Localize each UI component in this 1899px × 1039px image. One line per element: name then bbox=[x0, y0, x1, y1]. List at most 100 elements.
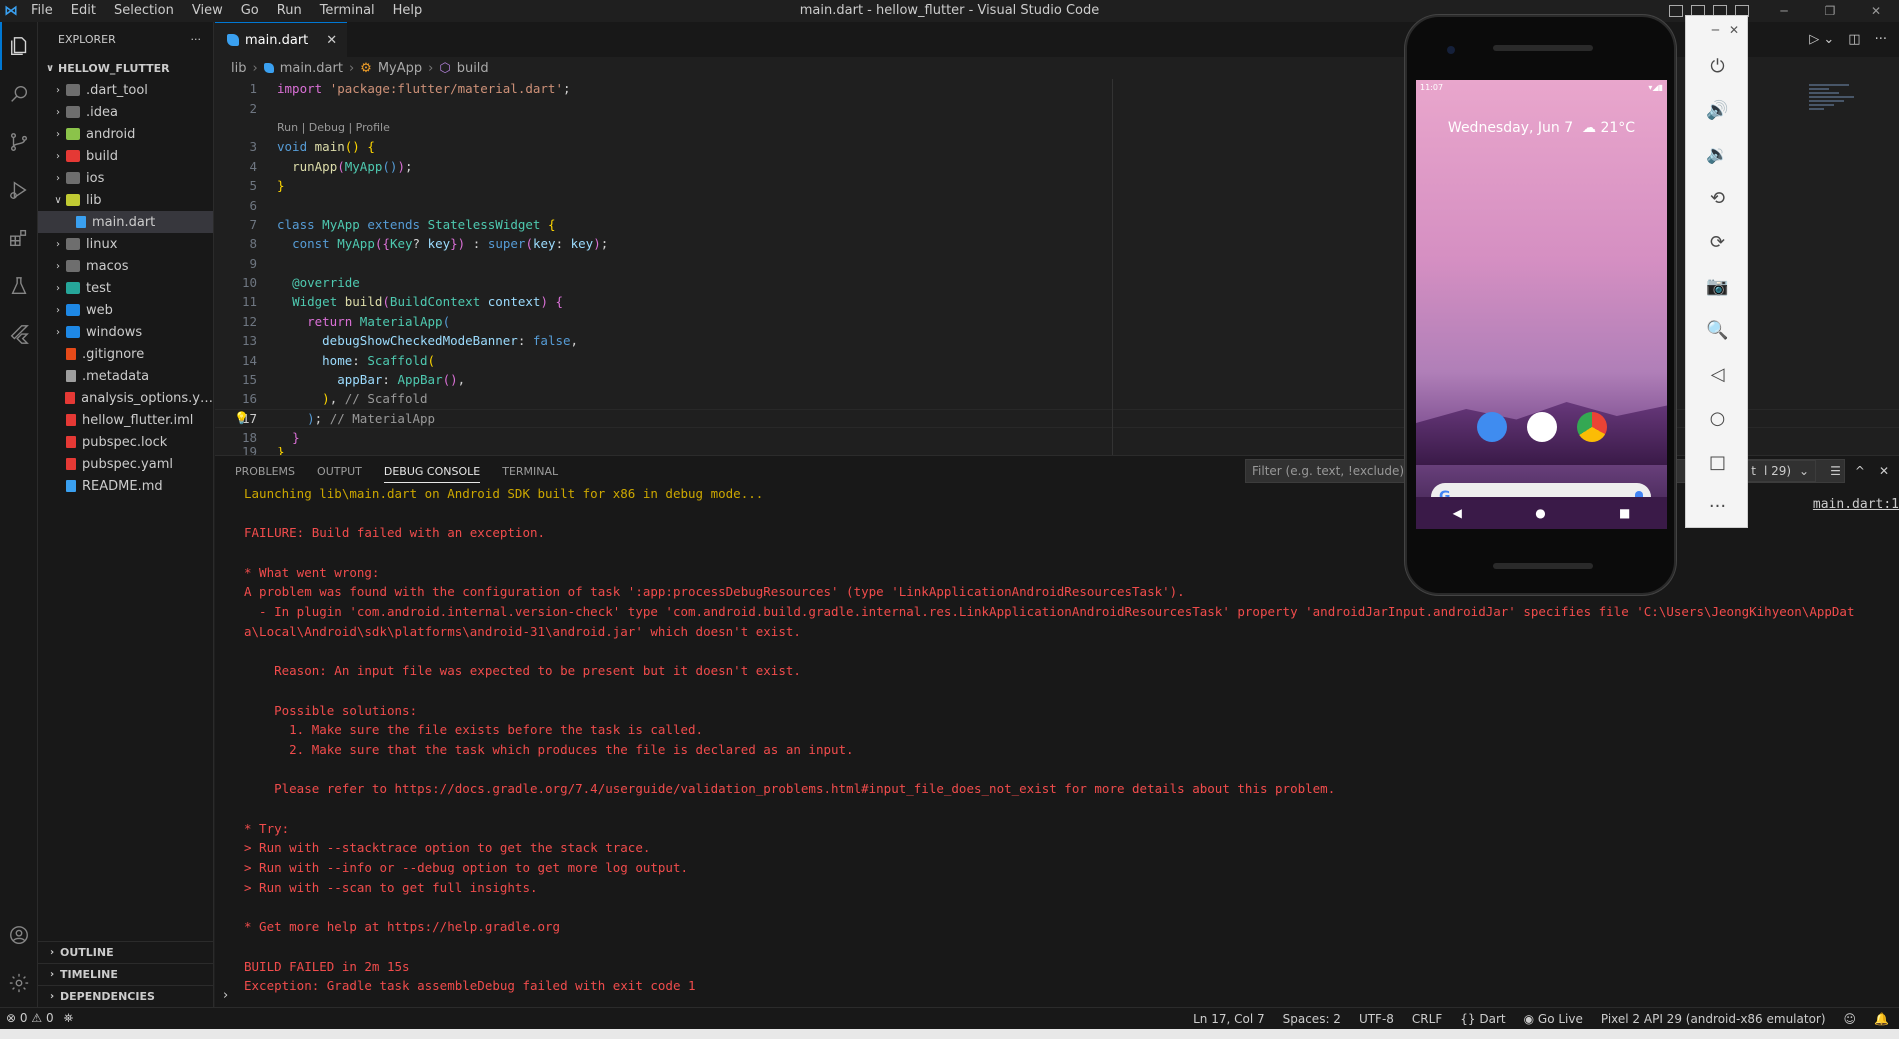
section-dependencies[interactable]: › DEPENDENCIES bbox=[38, 985, 213, 1007]
tree-item[interactable]: › macos bbox=[38, 255, 213, 277]
end-of-line[interactable]: CRLF bbox=[1412, 1012, 1442, 1026]
home-nav-icon[interactable]: ● bbox=[1535, 506, 1545, 520]
section-timeline[interactable]: › TIMELINE bbox=[38, 963, 213, 985]
source-reference-link[interactable]: main.dart:1 bbox=[1813, 497, 1899, 512]
restore-icon[interactable]: ❐ bbox=[1807, 0, 1853, 22]
tab-output[interactable]: OUTPUT bbox=[317, 465, 362, 478]
tree-item[interactable]: › linux bbox=[38, 233, 213, 255]
menu-edit[interactable]: Edit bbox=[62, 0, 105, 22]
manage-gear-icon[interactable] bbox=[0, 959, 38, 1007]
volume-down-icon[interactable]: 🔉 bbox=[1686, 132, 1749, 176]
minimize-icon[interactable]: ─ bbox=[1761, 0, 1807, 22]
menu-run[interactable]: Run bbox=[268, 0, 311, 22]
tree-item[interactable]: › ios bbox=[38, 167, 213, 189]
emulator-close-icon[interactable]: ✕ bbox=[1729, 23, 1739, 37]
workspace-root[interactable]: ∨ HELLOW_FLUTTER bbox=[38, 57, 213, 79]
power-icon[interactable]: ⏻ bbox=[1686, 44, 1749, 88]
go-live-button[interactable]: ◉ Go Live bbox=[1524, 1012, 1583, 1026]
back-nav-icon[interactable]: ◀ bbox=[1453, 506, 1462, 520]
breadcrumb-method[interactable]: build bbox=[457, 61, 489, 76]
tree-item[interactable]: .metadata bbox=[38, 365, 213, 387]
split-editor-icon[interactable]: ◫ bbox=[1848, 32, 1860, 47]
run-play-icon[interactable]: ▷ ⌄ bbox=[1809, 32, 1834, 47]
emulator-screen[interactable]: 11:07 ▾◢▮ Wednesday, Jun 7 ☁ 21°C G ◀ ● … bbox=[1416, 80, 1667, 529]
menu-view[interactable]: View bbox=[183, 0, 232, 22]
tree-item[interactable]: README.md bbox=[38, 475, 213, 497]
tree-item[interactable]: › windows bbox=[38, 321, 213, 343]
breadcrumb-class[interactable]: MyApp bbox=[378, 61, 422, 76]
menu-file[interactable]: File bbox=[22, 0, 62, 22]
tree-item[interactable]: pubspec.yaml bbox=[38, 453, 213, 475]
back-icon[interactable]: ◁ bbox=[1686, 352, 1749, 396]
explorer-icon[interactable] bbox=[0, 22, 38, 70]
screenshot-camera-icon[interactable]: 📷 bbox=[1686, 264, 1749, 308]
debug-session-select[interactable]: t l 29) ⌄ bbox=[1744, 460, 1817, 482]
tab-debug-console[interactable]: DEBUG CONSOLE bbox=[383, 460, 481, 483]
rotate-left-icon[interactable]: ⟲ bbox=[1686, 176, 1749, 220]
problems-status[interactable]: ⊗ 0 ⚠ 0 bbox=[6, 1011, 54, 1026]
minimap[interactable] bbox=[1809, 84, 1879, 154]
tree-item[interactable]: .gitignore bbox=[38, 343, 213, 365]
play-store-app-icon[interactable] bbox=[1526, 412, 1557, 442]
tab-problems[interactable]: PROBLEMS bbox=[235, 465, 295, 478]
testing-icon[interactable] bbox=[0, 262, 38, 310]
clear-console-icon[interactable]: ☰ bbox=[1830, 464, 1841, 478]
console-prompt[interactable]: › bbox=[223, 988, 228, 1003]
notifications-bell-icon[interactable]: 🔔 bbox=[1874, 1012, 1889, 1026]
feedback-icon[interactable]: ☺ bbox=[1844, 1012, 1857, 1026]
explorer-more-icon[interactable]: ··· bbox=[191, 33, 202, 46]
extensions-icon[interactable] bbox=[0, 214, 38, 262]
rotate-right-icon[interactable]: ⟳ bbox=[1686, 220, 1749, 264]
breadcrumb-lib[interactable]: lib bbox=[231, 61, 246, 76]
tree-item[interactable]: › build bbox=[38, 145, 213, 167]
more-options-icon[interactable]: ··· bbox=[1686, 484, 1749, 528]
flutter-device[interactable]: Pixel 2 API 29 (android-x86 emulator) bbox=[1601, 1012, 1826, 1026]
recents-nav-icon[interactable]: ■ bbox=[1619, 506, 1630, 520]
maximize-panel-icon[interactable]: ^ bbox=[1855, 464, 1865, 478]
run-debug-icon[interactable] bbox=[0, 166, 38, 214]
close-panel-icon[interactable]: ✕ bbox=[1879, 464, 1889, 478]
chevron-right-icon: › bbox=[56, 282, 60, 294]
tree-item[interactable]: › test bbox=[38, 277, 213, 299]
messages-app-icon[interactable] bbox=[1476, 412, 1507, 442]
menu-go[interactable]: Go bbox=[232, 0, 268, 22]
section-outline[interactable]: › OUTLINE bbox=[38, 941, 213, 963]
tree-item[interactable]: main.dart bbox=[38, 211, 213, 233]
volume-up-icon[interactable]: 🔊 bbox=[1686, 88, 1749, 132]
emulator-minimize-icon[interactable]: ─ bbox=[1712, 23, 1719, 37]
zoom-icon[interactable]: 🔍 bbox=[1686, 308, 1749, 352]
breadcrumb-file[interactable]: main.dart bbox=[280, 61, 343, 76]
tree-item[interactable]: › android bbox=[38, 123, 213, 145]
close-tab-icon[interactable]: ✕ bbox=[326, 33, 337, 48]
close-window-icon[interactable]: ✕ bbox=[1853, 0, 1899, 22]
tab-main-dart[interactable]: main.dart ✕ bbox=[215, 22, 348, 57]
tree-item[interactable]: pubspec.lock bbox=[38, 431, 213, 453]
language-mode[interactable]: {} Dart bbox=[1460, 1012, 1505, 1026]
file-encoding[interactable]: UTF-8 bbox=[1359, 1012, 1394, 1026]
more-actions-icon[interactable]: ··· bbox=[1875, 32, 1887, 47]
home-date-widget[interactable]: Wednesday, Jun 7 ☁ 21°C bbox=[1416, 120, 1667, 136]
menu-help[interactable]: Help bbox=[384, 0, 432, 22]
tree-item[interactable]: › web bbox=[38, 299, 213, 321]
chrome-app-icon[interactable] bbox=[1576, 412, 1607, 442]
menu-selection[interactable]: Selection bbox=[105, 0, 183, 22]
tree-item[interactable]: › .dart_tool bbox=[38, 79, 213, 101]
cursor-position[interactable]: Ln 17, Col 7 bbox=[1193, 1012, 1265, 1026]
menu-terminal[interactable]: Terminal bbox=[311, 0, 384, 22]
home-icon[interactable]: ○ bbox=[1686, 396, 1749, 440]
tree-item[interactable]: hellow_flutter.iml bbox=[38, 409, 213, 431]
tree-item[interactable]: analysis_options.ya... bbox=[38, 387, 213, 409]
debug-status-icon[interactable]: ⛯ bbox=[64, 1011, 74, 1026]
search-icon[interactable] bbox=[0, 70, 38, 118]
overview-icon[interactable]: □ bbox=[1686, 440, 1749, 484]
flutter-icon[interactable] bbox=[0, 310, 38, 358]
toggle-sidebar-icon[interactable] bbox=[1669, 5, 1683, 17]
source-control-icon[interactable] bbox=[0, 118, 38, 166]
tree-item[interactable]: › .idea bbox=[38, 101, 213, 123]
lightbulb-icon[interactable]: 💡 bbox=[234, 411, 249, 425]
home-date: Wednesday, Jun 7 bbox=[1447, 120, 1574, 136]
indentation[interactable]: Spaces: 2 bbox=[1283, 1012, 1341, 1026]
account-icon[interactable] bbox=[0, 911, 38, 959]
tree-item[interactable]: ∨ lib bbox=[38, 189, 213, 211]
tab-terminal[interactable]: TERMINAL bbox=[502, 465, 558, 478]
